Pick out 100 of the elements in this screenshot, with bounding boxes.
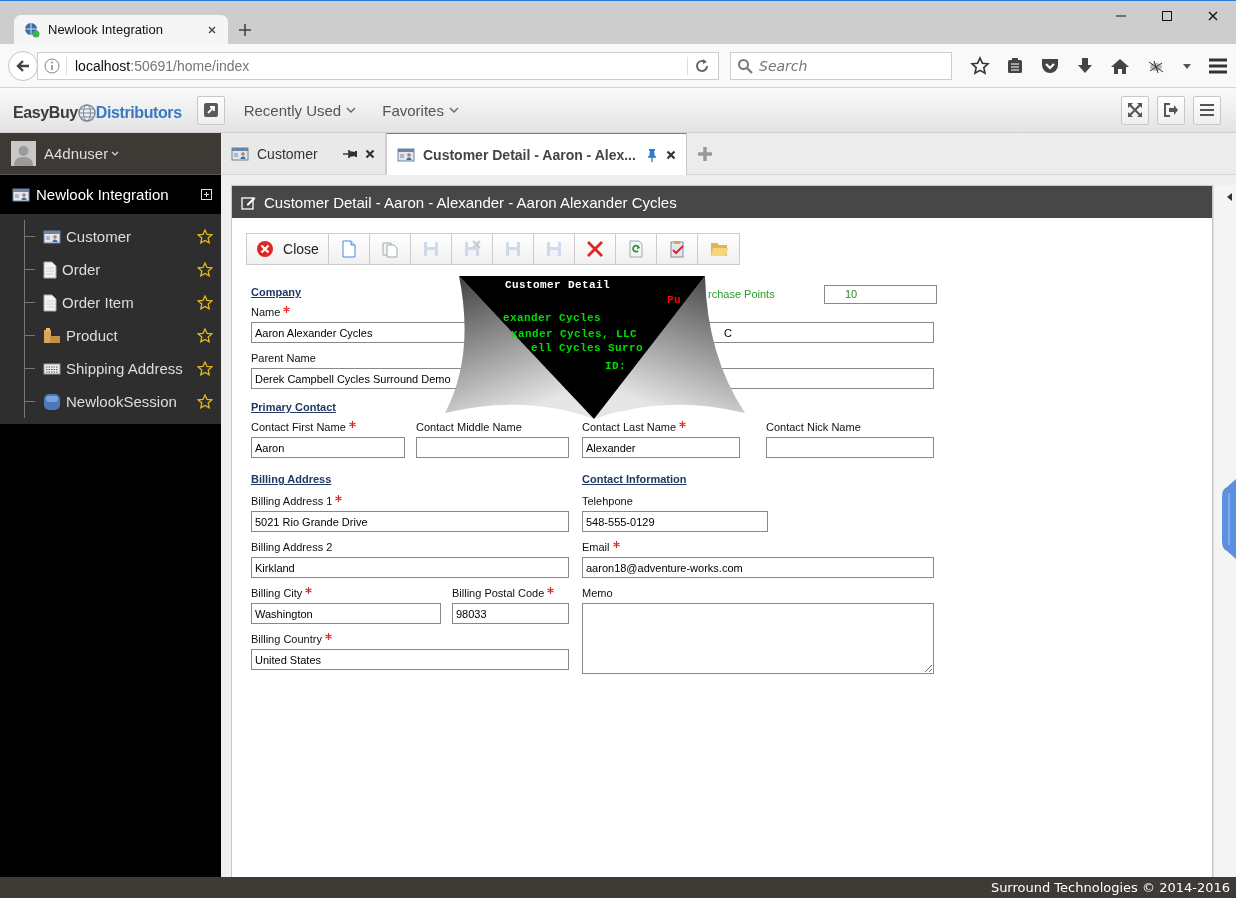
nav-item[interactable]: Order <box>25 253 221 286</box>
input-field[interactable] <box>416 437 569 458</box>
close-icon[interactable] <box>1206 9 1220 23</box>
favorite-star-icon[interactable] <box>197 328 213 343</box>
chevron-down-icon <box>448 106 459 114</box>
side-panel-handle[interactable] <box>1221 479 1236 559</box>
chevron-down-icon <box>111 150 120 157</box>
toolbar-button[interactable]: Close <box>247 234 329 264</box>
field-label: Contact First Name <box>251 421 346 433</box>
terminal-text: Pu <box>667 294 681 306</box>
reading-list-icon[interactable] <box>1006 56 1024 75</box>
browser-tab[interactable]: Newlook Integration <box>14 15 228 44</box>
nav-group[interactable]: Newlook Integration <box>0 175 221 214</box>
field-label: Billing Country <box>251 633 322 645</box>
input-field[interactable]: 98033 <box>452 603 569 624</box>
nav-item[interactable]: Order Item <box>25 286 221 319</box>
favorite-star-icon[interactable] <box>197 361 213 376</box>
terminal-text: ell Cycles Surro <box>531 342 644 354</box>
favorite-star-icon[interactable] <box>197 229 213 244</box>
nav-item[interactable]: Shipping Address <box>25 352 221 385</box>
reload-icon[interactable] <box>694 57 710 74</box>
save-icon <box>504 240 522 258</box>
input-field[interactable]: United States <box>251 649 569 670</box>
id-card-icon <box>12 186 30 203</box>
input-field[interactable]: Alexander <box>582 437 740 458</box>
field-label: Telehpone <box>582 495 633 507</box>
avatar-icon <box>11 141 36 166</box>
back-arrow-icon <box>15 57 31 74</box>
field-label: Contact Last Name <box>582 421 677 433</box>
delete-x-icon <box>586 240 604 258</box>
toolbar-button[interactable] <box>657 234 698 264</box>
favorite-star-icon[interactable] <box>197 295 213 310</box>
menu-icon[interactable] <box>1208 57 1228 74</box>
url-field[interactable]: localhost:50691/home/index <box>37 51 719 80</box>
maximize-icon[interactable] <box>1160 9 1174 23</box>
terminal-text: Customer Detail <box>505 279 611 291</box>
download-icon[interactable] <box>1076 56 1094 75</box>
search-field[interactable]: Search <box>730 51 952 80</box>
home-icon[interactable] <box>1110 56 1130 75</box>
menu-button[interactable] <box>1193 95 1221 125</box>
field-label: rchase Points <box>708 288 775 300</box>
input-field[interactable] <box>766 437 934 458</box>
close-icon[interactable] <box>365 148 375 159</box>
field-label: Billing City <box>251 587 303 599</box>
section-heading: Contact Information <box>582 472 687 487</box>
field-label: Email <box>582 541 610 553</box>
logo-text: EasyBuy <box>13 104 78 122</box>
url-host: localhost <box>75 57 131 74</box>
new-tab-icon[interactable] <box>238 23 252 37</box>
back-button[interactable] <box>8 50 38 81</box>
favorite-star-icon[interactable] <box>197 394 213 409</box>
menu-dropdown[interactable]: Favorites <box>382 101 459 119</box>
memo-field[interactable] <box>582 603 934 674</box>
database-icon <box>43 392 61 411</box>
nav-item[interactable]: Customer <box>25 220 221 253</box>
menu-icon <box>1199 103 1215 117</box>
input-field[interactable]: aaron18@adventure-works.com <box>582 557 934 578</box>
nav-item-label: NewlookSession <box>66 393 177 410</box>
globe-icon <box>24 21 40 38</box>
search-input[interactable]: Search <box>757 56 941 75</box>
nav-item[interactable]: Product <box>25 319 221 352</box>
toolbar-button[interactable] <box>575 234 616 264</box>
field-label: Memo <box>582 587 613 599</box>
url-path: :50691/home/index <box>130 57 251 74</box>
checklist-icon <box>668 240 686 258</box>
panel-title: Customer Detail - Aaron - Alexander - Aaron Alexander Cycles <box>264 193 677 211</box>
nav-item[interactable]: NewlookSession <box>25 385 221 418</box>
globe-icon <box>77 104 96 122</box>
input-field[interactable]: 548-555-0129 <box>582 511 768 532</box>
logout-icon <box>1163 102 1179 118</box>
menu-dropdown[interactable]: Recently Used <box>243 101 357 119</box>
expand-icon[interactable] <box>201 189 212 200</box>
pin-icon[interactable] <box>343 147 357 160</box>
input-field[interactable]: Aaron <box>251 437 405 458</box>
logo-text: Distributors <box>95 104 182 122</box>
input-field[interactable]: Kirkland <box>251 557 569 578</box>
star-icon[interactable] <box>970 55 990 76</box>
boxes-icon <box>43 326 61 345</box>
tab-title: Newlook Integration <box>48 22 164 37</box>
fullscreen-button[interactable] <box>1121 95 1149 125</box>
collapse-arrow-icon[interactable] <box>1227 193 1232 201</box>
close-icon[interactable] <box>666 149 676 160</box>
user-menu[interactable]: A4dnuser <box>44 145 120 162</box>
section-heading: Company <box>251 285 302 300</box>
logout-button[interactable] <box>1157 95 1185 125</box>
input-field[interactable]: Washington <box>251 603 441 624</box>
field-label: Billing Address 1 <box>251 495 333 507</box>
input-field[interactable]: 10 <box>824 284 937 304</box>
field-label: Contact Middle Name <box>416 421 522 433</box>
new-document-icon <box>340 240 358 258</box>
tab[interactable]: Customer Detail - Aaron - Alex... <box>386 133 687 175</box>
pocket-icon[interactable] <box>1040 56 1060 75</box>
favorite-star-icon[interactable] <box>197 262 213 277</box>
section-heading: Billing Address <box>251 472 332 487</box>
nav-item-label: Product <box>66 327 118 344</box>
field-label: Contact Nick Name <box>766 421 861 433</box>
refresh-icon <box>627 240 645 258</box>
open-external-button[interactable] <box>196 95 225 125</box>
terminal-text: exander Cycles <box>503 312 601 324</box>
input-field[interactable]: 5021 Rio Grande Drive <box>251 511 569 532</box>
